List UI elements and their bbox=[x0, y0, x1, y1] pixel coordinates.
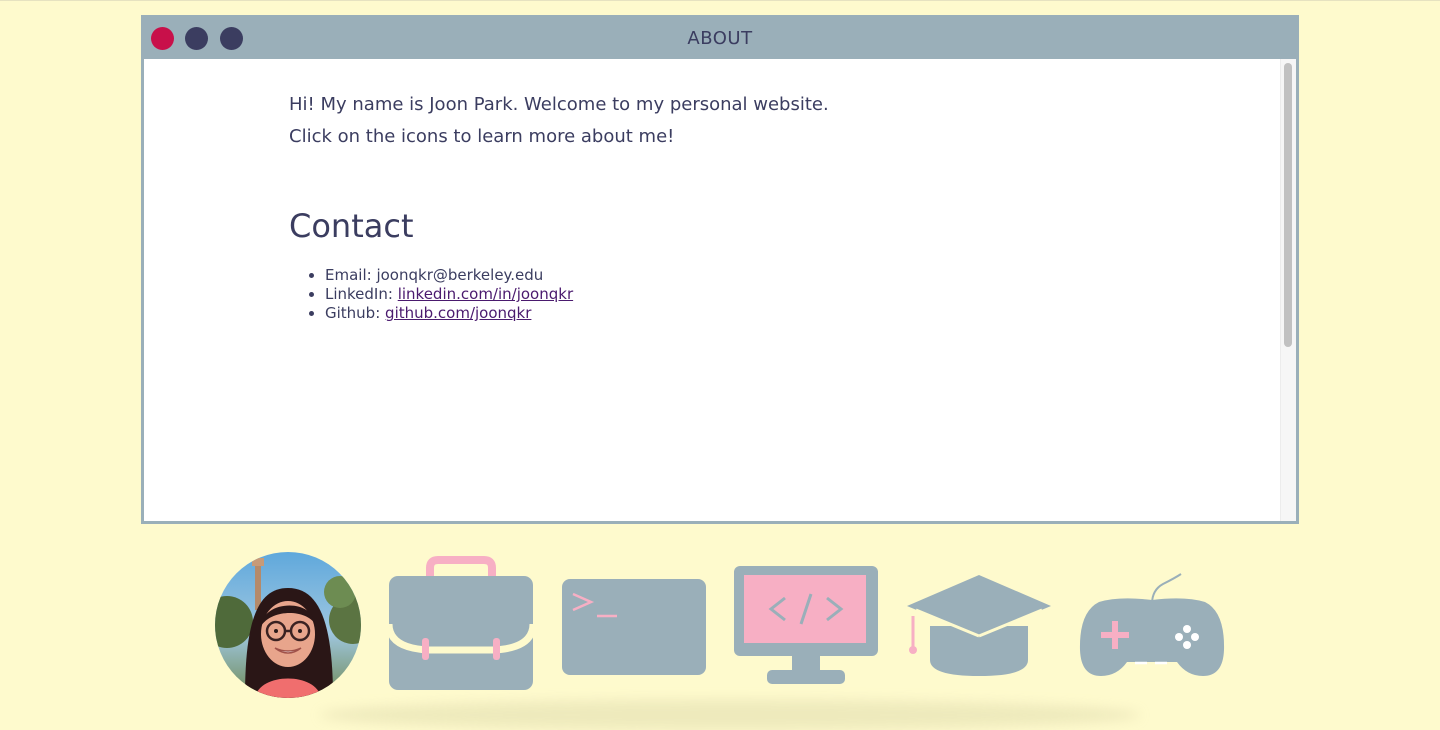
terminal-icon[interactable] bbox=[561, 552, 707, 698]
window-title: ABOUT bbox=[687, 28, 753, 49]
contact-linkedin: LinkedIn: linkedin.com/in/joonqkr bbox=[325, 285, 573, 304]
graduation-cap-icon[interactable] bbox=[906, 552, 1052, 698]
linkedin-link[interactable]: linkedin.com/in/joonqkr bbox=[398, 285, 573, 303]
linkedin-label: LinkedIn: bbox=[325, 285, 393, 303]
gamepad-icon[interactable] bbox=[1079, 552, 1225, 698]
content-scrollbar[interactable] bbox=[1280, 59, 1296, 521]
contact-list: Email: joonqkr@berkeley.edu LinkedIn: li… bbox=[289, 266, 573, 323]
intro-line-2: Click on the icons to learn more about m… bbox=[289, 126, 675, 147]
icon-dock bbox=[0, 540, 1440, 730]
window-content: Hi! My name is Joon Park. Welcome to my … bbox=[144, 59, 1296, 521]
avatar[interactable] bbox=[215, 552, 361, 698]
github-link[interactable]: github.com/joonqkr bbox=[385, 304, 531, 322]
about-window: ABOUT Hi! My name is Joon Park. Welcome … bbox=[141, 15, 1299, 524]
contact-github: Github: github.com/joonqkr bbox=[325, 304, 573, 323]
contact-email: Email: joonqkr@berkeley.edu bbox=[325, 266, 573, 285]
email-value: joonqkr@berkeley.edu bbox=[376, 266, 544, 284]
avatar-portrait bbox=[215, 552, 361, 698]
briefcase-icon[interactable] bbox=[385, 552, 537, 698]
contact-heading: Contact bbox=[289, 207, 414, 245]
window-titlebar[interactable]: ABOUT bbox=[144, 18, 1296, 59]
intro-text: Hi! My name is Joon Park. Welcome to my … bbox=[289, 89, 829, 153]
code-monitor-icon[interactable] bbox=[733, 552, 879, 698]
dock-shadow bbox=[320, 700, 1140, 730]
github-label: Github: bbox=[325, 304, 381, 322]
top-divider bbox=[0, 0, 1440, 1]
scrollbar-thumb[interactable] bbox=[1284, 63, 1292, 347]
email-label: Email: bbox=[325, 266, 372, 284]
intro-line-1: Hi! My name is Joon Park. Welcome to my … bbox=[289, 94, 829, 115]
